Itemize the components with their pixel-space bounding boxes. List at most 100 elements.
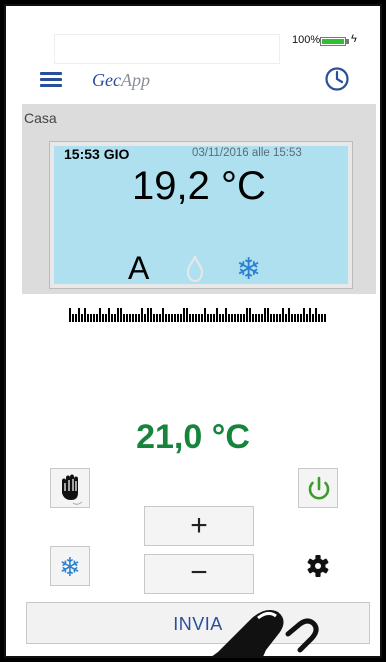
schedule-bar [231,314,233,322]
schedule-bar [81,314,83,322]
schedule-bar [240,314,242,322]
schedule-bar [270,314,272,322]
clock-icon[interactable] [324,66,350,92]
schedule-bar [204,308,206,322]
schedule-bar [213,314,215,322]
schedule-bar [123,314,125,322]
display-time: 15:53 GIO [64,146,130,162]
schedule-bar [216,308,218,322]
schedule-bar [183,308,185,322]
battery-nub [346,39,349,44]
schedule-bar [120,308,122,322]
schedule-bar [318,314,320,322]
schedule-bar [87,314,89,322]
snowflake-icon: ❄ [59,552,81,582]
schedule-bar [225,308,227,322]
schedule-bar [273,314,275,322]
snowflake-icon: ❄ [236,253,262,286]
setpoint-temperature: 21,0 °C [136,418,250,456]
schedule-bar [138,314,140,322]
schedule-bar [171,314,173,322]
schedule-bar [252,314,254,322]
schedule-bar [129,314,131,322]
schedule-bar [291,314,293,322]
schedule-bar [141,308,143,322]
schedule-bar [198,314,200,322]
current-temperature: 19,2 °C [132,164,266,208]
schedule-bar [132,314,134,322]
increase-button[interactable]: + [144,506,254,546]
schedule-bar [276,314,278,322]
schedule-bar [84,308,86,322]
schedule-bar [219,314,221,322]
schedule-bar [78,308,80,322]
schedule-bar [180,314,182,322]
power-icon [308,476,330,500]
schedule-bar [306,314,308,322]
app-title: GecApp [92,70,150,91]
schedule-bar [102,314,104,322]
schedule-bar [99,308,101,322]
hand-icon [62,474,83,505]
schedule-bar [189,314,191,322]
schedule-bar [255,314,257,322]
schedule-bar [90,314,92,322]
schedule-bar [321,314,323,322]
schedule-bar [117,308,119,322]
schedule-bar [312,314,314,322]
menu-icon[interactable] [40,72,62,88]
schedule-bar [144,314,146,322]
schedule-bar [195,314,197,322]
schedule-bar [108,308,110,322]
mode-indicator: A [128,250,150,286]
schedule-bar [135,314,137,322]
schedule-bar [315,308,317,322]
schedule-bar [243,314,245,322]
schedule-bar [249,308,251,322]
schedule-bar [201,314,203,322]
schedule-bar [96,314,98,322]
schedule-bar [264,308,266,322]
schedule-bar [165,314,167,322]
settings-button[interactable] [298,546,338,586]
flame-icon [186,256,204,282]
power-button[interactable] [298,468,338,508]
schedule-bar [285,314,287,322]
schedule-bar [168,314,170,322]
schedule-bar [297,314,299,322]
schedule-bar [186,308,188,322]
schedule-bar [147,308,149,322]
battery-icon [320,37,346,46]
schedule-bar [111,314,113,322]
schedule-bar [192,314,194,322]
schedule-bar [300,314,302,322]
schedule-bar [177,314,179,322]
schedule-bar [261,314,263,322]
cooling-mode-button[interactable]: ❄ [50,546,90,586]
schedule-bar [282,308,284,322]
schedule-bar [93,314,95,322]
schedule-bar [153,314,155,322]
schedule-bar [72,314,74,322]
manual-mode-button[interactable] [50,468,90,508]
charging-icon: ϟ [351,33,357,45]
schedule-bar [69,308,71,322]
schedule-bar [105,314,107,322]
schedule-bar [309,308,311,322]
schedule-bar [288,308,290,322]
status-blank-area [54,34,280,64]
app-title-prefix: Gec [92,70,121,90]
schedule-bar [75,314,77,322]
schedule-bar [162,308,164,322]
schedule-bar [303,308,305,322]
display-last-update: 03/11/2016 alle 15:53 [192,147,302,159]
schedule-bar [210,314,212,322]
schedule-bar [246,308,248,322]
schedule-bar [234,314,236,322]
gear-icon [307,555,329,577]
schedule-bar [279,314,281,322]
schedule-bar [258,314,260,322]
schedule-bar [237,314,239,322]
phone-screen: 100% ϟ GecApp Casa 15:53 GIO 03/11/2016 … [4,4,382,658]
schedule-bar [159,314,161,322]
